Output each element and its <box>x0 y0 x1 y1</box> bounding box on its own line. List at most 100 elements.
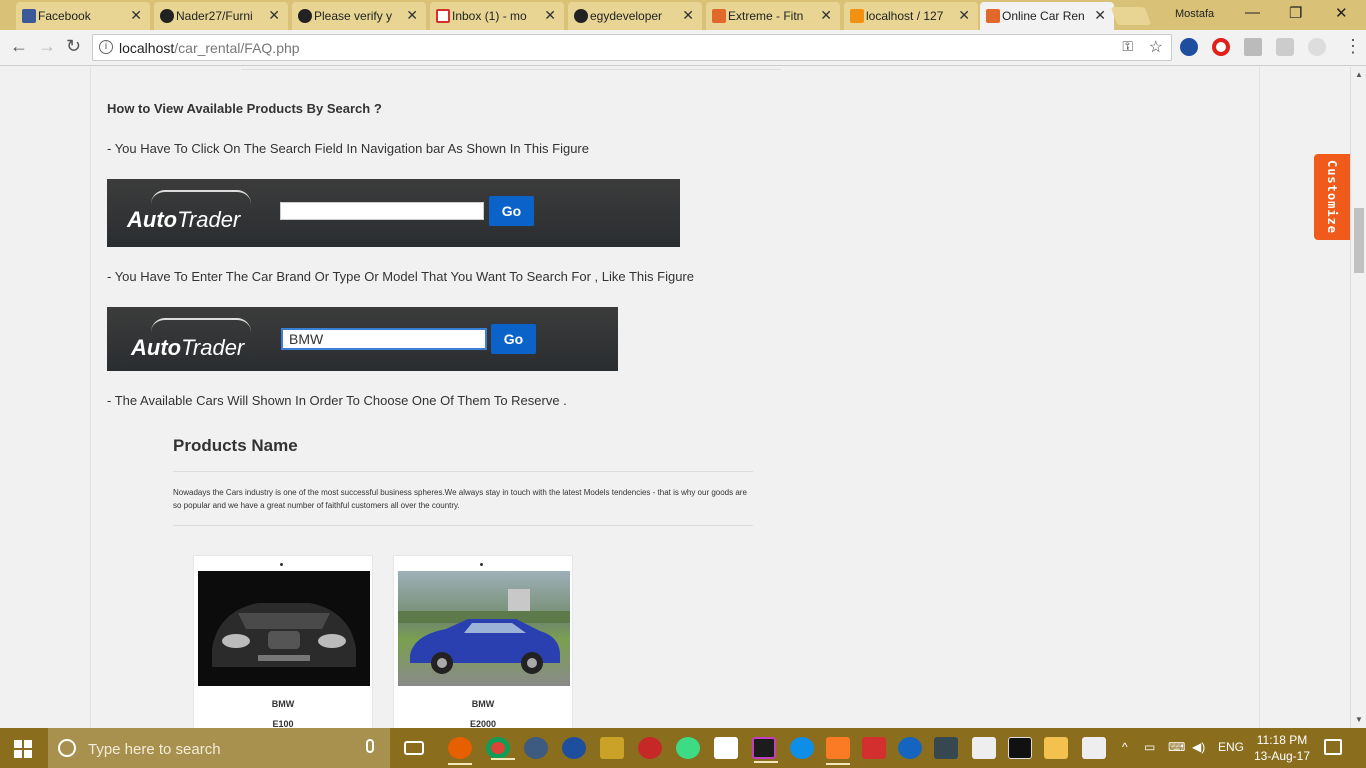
reload-icon[interactable]: ↻ <box>66 36 81 57</box>
tab-label: egydeveloper <box>590 9 663 23</box>
terminal-icon[interactable] <box>1008 737 1032 759</box>
pdf-extension-icon[interactable] <box>1244 38 1262 56</box>
opera-icon[interactable] <box>1212 38 1230 56</box>
tab-label: Extreme - Fitn <box>728 9 804 23</box>
page-scrollbar[interactable]: ▲ ▼ <box>1350 67 1366 728</box>
chrome-icon[interactable] <box>486 737 515 760</box>
bmw-blue-car-icon <box>398 589 570 674</box>
car-image[interactable] <box>198 571 370 686</box>
logo-auto: Auto <box>127 207 178 232</box>
chevron-up-icon[interactable]: ^ <box>1122 740 1128 754</box>
restore-icon[interactable]: ❐ <box>1289 4 1302 22</box>
app-icon[interactable] <box>862 737 886 759</box>
autotrader-logo: AutoTrader <box>131 335 244 361</box>
app-icon[interactable] <box>524 737 548 759</box>
faq-question: How to View Available Products By Search… <box>107 101 382 116</box>
network-icon[interactable]: ▭ <box>1144 740 1155 754</box>
flower-extension-icon[interactable] <box>1308 38 1326 56</box>
taskbar-search-placeholder: Type here to search <box>88 741 221 758</box>
tab-label: Nader27/Furni <box>176 9 253 23</box>
scroll-up-icon[interactable]: ▲ <box>1355 70 1363 79</box>
tab-extreme-fitness[interactable]: Extreme - Fitn ✕ <box>706 2 840 30</box>
app-icon[interactable] <box>562 737 586 759</box>
close-icon[interactable]: ✕ <box>406 7 418 24</box>
products-title: Products Name <box>173 436 298 455</box>
yb-icon[interactable] <box>972 737 996 759</box>
back-arrow-icon[interactable]: ← <box>10 36 28 57</box>
logo-auto: Auto <box>131 335 182 360</box>
close-icon[interactable]: ✕ <box>1094 7 1106 24</box>
extension-globe-icon[interactable] <box>1180 38 1198 56</box>
tab-label: Please verify y <box>314 9 393 23</box>
firefox-icon[interactable] <box>448 737 472 765</box>
close-icon[interactable]: ✕ <box>130 7 142 24</box>
car-silhouette-icon <box>151 190 251 204</box>
new-tab-button[interactable] <box>1110 7 1152 25</box>
language-indicator[interactable]: ENG <box>1218 740 1244 754</box>
photos-icon[interactable] <box>1082 737 1106 759</box>
file-explorer-icon[interactable] <box>1044 737 1068 759</box>
profile-name[interactable]: Mostafa <box>1175 8 1214 20</box>
xampp-icon[interactable] <box>826 737 850 765</box>
info-icon[interactable]: i <box>99 40 113 54</box>
minimize-icon[interactable]: — <box>1245 4 1260 21</box>
customize-button[interactable]: Customize <box>1314 154 1350 240</box>
products-description: Nowadays the Cars industry is one of the… <box>173 488 747 510</box>
search-input <box>280 202 484 220</box>
task-view-icon[interactable] <box>404 741 424 755</box>
product-brand: BMW <box>471 699 495 709</box>
close-icon[interactable]: ✕ <box>682 7 694 24</box>
window-close-icon[interactable]: ✕ <box>1335 4 1348 22</box>
close-icon[interactable]: ✕ <box>544 7 556 24</box>
tab-github-egydeveloper[interactable]: egydeveloper ✕ <box>568 2 702 30</box>
app-icon[interactable] <box>600 737 624 759</box>
notification-icon[interactable] <box>1324 739 1342 755</box>
app-icon[interactable] <box>638 737 662 759</box>
address-bar[interactable]: i localhost/car_rental/FAQ.php ⚿ ☆ <box>92 34 1172 61</box>
tab-label: Online Car Ren <box>1002 9 1085 23</box>
tab-gmail-inbox[interactable]: Inbox (1) - mo ✕ <box>430 2 564 30</box>
microphone-icon[interactable] <box>366 739 374 753</box>
cube-extension-icon[interactable] <box>1276 38 1294 56</box>
volume-icon[interactable]: ◀) <box>1192 740 1205 754</box>
close-icon[interactable]: ✕ <box>958 7 970 24</box>
forward-arrow-icon[interactable]: → <box>38 36 56 57</box>
github-icon <box>298 9 312 23</box>
customize-label: Customize <box>1325 159 1339 235</box>
close-icon[interactable]: ✕ <box>820 7 832 24</box>
android-studio-icon[interactable] <box>676 737 700 759</box>
windows-start-icon[interactable] <box>14 740 32 758</box>
product-model: E2000 <box>469 719 497 728</box>
taskbar-search-box[interactable]: Type here to search <box>48 728 390 768</box>
product-card[interactable]: BMW E100 <box>193 555 373 728</box>
tab-facebook[interactable]: Facebook ✕ <box>16 2 150 30</box>
app-icon[interactable] <box>898 737 922 759</box>
xampp-icon <box>986 9 1000 23</box>
url-text[interactable]: localhost/car_rental/FAQ.php <box>119 40 300 56</box>
bookmark-star-icon[interactable]: ☆ <box>1149 37 1163 57</box>
taskbar-clock[interactable]: 11:18 PM 13-Aug-17 <box>1252 732 1312 764</box>
app-icon[interactable] <box>934 737 958 759</box>
product-card[interactable]: BMW E2000 <box>393 555 573 728</box>
gmail-icon <box>436 9 450 23</box>
keyboard-icon[interactable]: ⌨ <box>1168 740 1185 754</box>
teamviewer-icon[interactable] <box>790 737 814 759</box>
close-icon[interactable]: ✕ <box>268 7 280 24</box>
tab-online-car-rental[interactable]: Online Car Ren ✕ <box>980 2 1114 30</box>
menu-dots-icon[interactable]: ⋮ <box>1344 36 1362 57</box>
scrollbar-thumb[interactable] <box>1354 208 1364 273</box>
tab-github-verify[interactable]: Please verify y ✕ <box>292 2 426 30</box>
faq-content: How to View Available Products By Search… <box>90 67 1260 728</box>
tab-github-furni[interactable]: Nader27/Furni ✕ <box>154 2 288 30</box>
car-image[interactable] <box>398 571 570 686</box>
tab-phpmyadmin[interactable]: localhost / 127 ✕ <box>844 2 978 30</box>
product-brand: BMW <box>271 699 295 709</box>
faq-step-1: - You Have To Click On The Search Field … <box>107 141 589 156</box>
scroll-down-icon[interactable]: ▼ <box>1355 715 1363 724</box>
phpstorm-icon[interactable] <box>752 737 778 763</box>
facebook-icon <box>22 9 36 23</box>
tab-label: Inbox (1) - mo <box>452 9 527 23</box>
logo-trader: Trader <box>181 335 245 360</box>
key-icon[interactable]: ⚿ <box>1122 38 1133 55</box>
window-app-icon[interactable] <box>714 737 738 759</box>
